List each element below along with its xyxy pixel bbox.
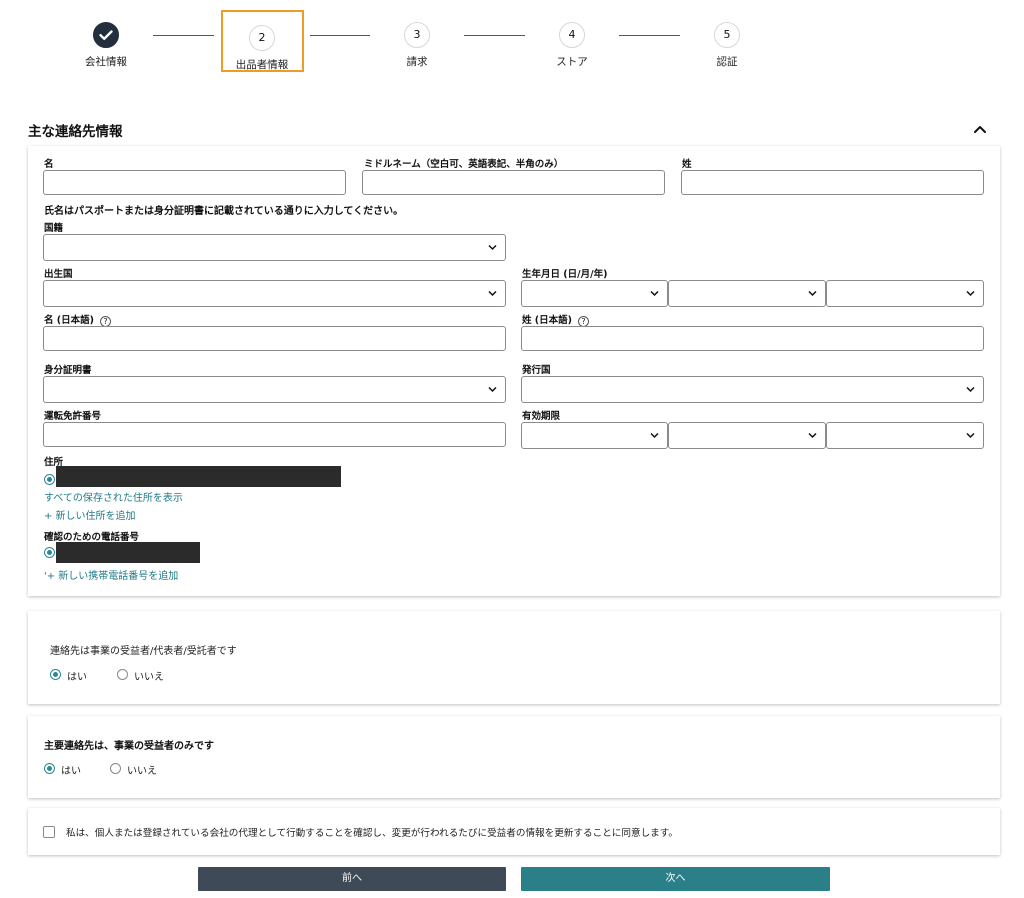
expiry-year-select[interactable] (826, 422, 984, 449)
step-company-info: 会社情報 (66, 22, 146, 69)
step-connector (464, 35, 525, 36)
chevron-down-icon (966, 432, 975, 439)
step-connector (310, 35, 370, 36)
license-number-field[interactable] (43, 422, 506, 447)
step-connector (619, 35, 680, 36)
sole-beneficiary-question: 主要連絡先は、事業の受益者のみです (44, 741, 214, 752)
chevron-up-icon[interactable] (972, 122, 988, 136)
chevron-down-icon (808, 290, 817, 297)
add-phone-link[interactable]: '+ 新しい携帯電話番号を追加 (44, 567, 178, 582)
beneficiary-yes-label[interactable]: はい (67, 668, 87, 683)
last-name-label: 姓 (682, 159, 692, 170)
checkmark-icon (93, 22, 119, 48)
step-billing: 3 請求 (377, 22, 457, 69)
step-label: 出品者情報 (235, 59, 289, 71)
dob-label: 生年月日 (日/月/年) (522, 269, 608, 280)
chevron-down-icon (966, 290, 975, 297)
step-label: 会社情報 (85, 56, 127, 68)
expiry-label: 有効期限 (522, 411, 561, 422)
step-number: 4 (559, 22, 585, 48)
sole-beneficiary-card (28, 716, 1000, 798)
consent-checkbox[interactable] (43, 826, 55, 838)
step-label: 請求 (406, 56, 428, 68)
birth-country-label: 出生国 (44, 269, 73, 280)
section-title: 主な連絡先情報 (28, 124, 123, 140)
beneficiary-no-label[interactable]: いいえ (134, 668, 164, 683)
last-name-ja-label: 姓 (日本語)? (522, 312, 589, 327)
chevron-down-icon (488, 290, 497, 297)
step-connector (153, 35, 214, 36)
birth-country-select[interactable] (43, 280, 506, 307)
last-name-ja-field[interactable] (521, 326, 984, 351)
consent-text: 私は、個人または登録されている会社の代理として行動することを確認し、変更が行われ… (66, 828, 678, 839)
chevron-down-icon (808, 432, 817, 439)
sole-beneficiary-yes-radio[interactable] (44, 763, 55, 774)
chevron-down-icon (650, 432, 659, 439)
issuing-country-label: 発行国 (522, 365, 551, 376)
chevron-down-icon (966, 386, 975, 393)
first-name-label: 名 (44, 159, 54, 170)
step-label: ストア (556, 56, 588, 68)
license-number-label: 運転免許番号 (44, 411, 102, 422)
first-name-ja-label: 名 (日本語)? (44, 312, 111, 327)
nationality-label: 国籍 (44, 223, 64, 234)
expiry-month-select[interactable] (668, 422, 826, 449)
prev-button[interactable]: 前へ (198, 867, 506, 891)
step-verification: 5 認証 (687, 22, 767, 69)
beneficiary-yes-radio[interactable] (50, 669, 61, 680)
first-name-ja-field[interactable] (43, 326, 506, 351)
first-name-field[interactable] (43, 170, 346, 195)
issuing-country-select[interactable] (521, 376, 984, 403)
phone-radio[interactable] (44, 547, 55, 558)
step-seller-info: 2 出品者情報 (222, 25, 302, 72)
dob-year-select[interactable] (826, 280, 984, 307)
dob-month-select[interactable] (668, 280, 826, 307)
step-label: 認証 (716, 56, 738, 68)
sole-beneficiary-no-radio[interactable] (110, 763, 121, 774)
step-number: 2 (249, 25, 275, 51)
expiry-day-select[interactable] (521, 422, 668, 449)
next-button[interactable]: 次へ (521, 867, 830, 891)
step-number: 5 (714, 22, 740, 48)
sole-beneficiary-yes-label[interactable]: はい (61, 762, 81, 777)
redacted-address (56, 466, 341, 487)
id-document-label: 身分証明書 (44, 365, 92, 376)
redacted-phone (56, 542, 200, 563)
step-number: 3 (404, 22, 430, 48)
dob-day-select[interactable] (521, 280, 668, 307)
name-instruction-note: 氏名はパスポートまたは身分証明書に記載されている通りに入力してください。 (44, 206, 404, 217)
chevron-down-icon (488, 244, 497, 251)
phone-label: 確認のための電話番号 (44, 532, 140, 543)
last-name-field[interactable] (681, 170, 984, 195)
chevron-down-icon (650, 290, 659, 297)
chevron-down-icon (488, 386, 497, 393)
address-radio[interactable] (44, 474, 55, 485)
beneficiary-no-radio[interactable] (117, 669, 128, 680)
middle-name-field[interactable] (362, 170, 665, 195)
id-document-select[interactable] (43, 376, 506, 403)
step-store: 4 ストア (532, 22, 612, 69)
add-address-link[interactable]: + 新しい住所を追加 (44, 507, 136, 522)
middle-name-label: ミドルネーム（空白可、英語表記、半角のみ） (364, 159, 564, 170)
nationality-select[interactable] (43, 234, 506, 261)
show-saved-addresses-link[interactable]: すべての保存された住所を表示 (44, 489, 183, 504)
beneficiary-question: 連絡先は事業の受益者/代表者/受託者です (50, 646, 237, 657)
sole-beneficiary-no-label[interactable]: いいえ (127, 762, 157, 777)
beneficiary-card (28, 611, 1000, 704)
